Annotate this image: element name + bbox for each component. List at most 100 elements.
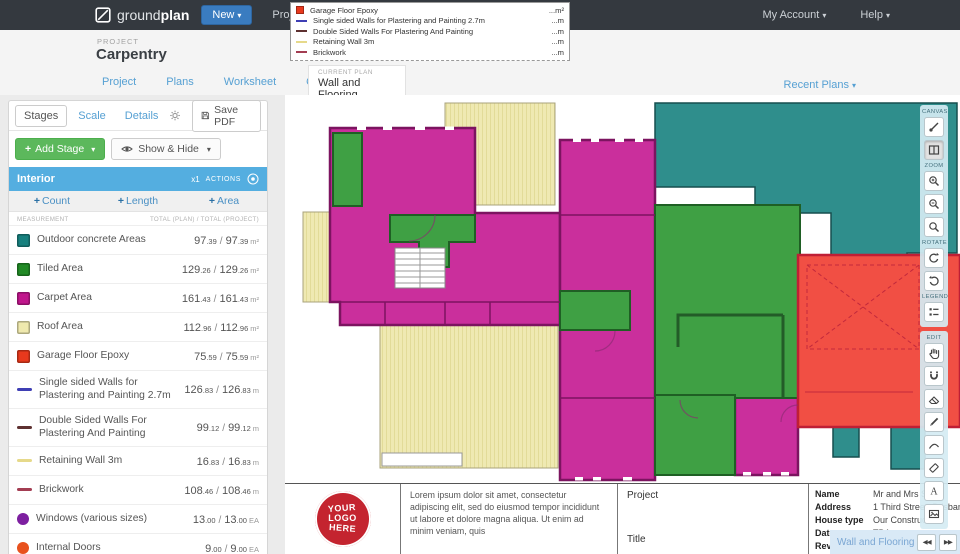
legend-grid-button[interactable] bbox=[924, 302, 944, 322]
save-icon bbox=[202, 111, 210, 120]
plan-legend: Garage Floor Epoxy ...m² Single sided Wa… bbox=[290, 2, 570, 61]
legend-label: Retaining Wall 3m bbox=[313, 37, 375, 47]
add-count-button[interactable]: + Count bbox=[9, 191, 95, 211]
recent-plans-menu[interactable]: Recent Plans ▾ bbox=[784, 79, 856, 91]
show-hide-button[interactable]: Show & Hide ▾ bbox=[111, 138, 221, 160]
layout-button[interactable] bbox=[924, 140, 944, 160]
measurement-values: 75.59/75.59 m² bbox=[194, 351, 259, 363]
save-pdf-button[interactable]: Save PDF bbox=[192, 99, 261, 132]
legend-row: Garage Floor Epoxy ...m² bbox=[296, 5, 564, 16]
magnet-button[interactable] bbox=[924, 366, 944, 386]
your-logo-placeholder: YOUR LOGO HERE bbox=[314, 491, 371, 547]
new-button[interactable]: New ▾ bbox=[201, 5, 253, 25]
plan-canvas[interactable] bbox=[285, 95, 960, 483]
legend-swatch-icon bbox=[296, 6, 304, 15]
legend-swatch-icon bbox=[296, 40, 307, 43]
help-menu[interactable]: Help ▾ bbox=[852, 9, 898, 21]
legend-unit: ...m bbox=[551, 26, 564, 36]
project-tab-plans[interactable]: Plans bbox=[166, 76, 194, 88]
caret-down-icon: ▾ bbox=[885, 11, 890, 20]
measurement-row[interactable]: Garage Floor Epoxy 75.59/75.59 m² bbox=[9, 341, 267, 370]
project-tab-worksheet[interactable]: Worksheet bbox=[224, 76, 276, 88]
caret-down-icon: ▾ bbox=[206, 144, 211, 154]
add-area-button[interactable]: + Area bbox=[181, 191, 267, 211]
pencil-button[interactable] bbox=[924, 412, 944, 432]
stage-actions-gear-icon[interactable] bbox=[247, 173, 259, 185]
area-swatch-icon bbox=[17, 320, 30, 334]
measurement-row[interactable]: Double Sided Walls For Plastering And Pa… bbox=[9, 407, 267, 446]
measurement-row[interactable]: Outdoor concrete Areas 97.39/97.39 m² bbox=[9, 225, 267, 254]
measurement-row[interactable]: Windows (various sizes) 13.00/13.00 EA bbox=[9, 503, 267, 533]
measurement-row[interactable]: Single sided Walls for Plastering and Pa… bbox=[9, 370, 267, 408]
measurement-row[interactable]: Carpet Area 161.43/161.43 m² bbox=[9, 283, 267, 312]
svg-text:A: A bbox=[930, 487, 938, 497]
settings-gear-icon[interactable] bbox=[169, 108, 181, 123]
measurement-row[interactable]: Tiled Area 129.26/129.26 m² bbox=[9, 254, 267, 283]
legend-unit: ...m bbox=[551, 16, 564, 26]
panel-header: Stages Scale Details Save PDF bbox=[9, 99, 267, 132]
col-totals: TOTAL (PLAN) / TOTAL (PROJECT) bbox=[149, 216, 259, 223]
measurement-name: Roof Area bbox=[37, 321, 83, 333]
curve-button[interactable] bbox=[924, 435, 944, 455]
project-tab-project[interactable]: Project bbox=[102, 76, 136, 88]
tab-stages[interactable]: Stages bbox=[15, 104, 68, 127]
zoom-out-icon bbox=[929, 199, 940, 210]
measurement-row[interactable]: Roof Area 112.96/112.96 m² bbox=[9, 312, 267, 341]
zoom-out-button[interactable] bbox=[924, 194, 944, 214]
rotate-ccw-icon bbox=[929, 252, 939, 263]
add-stage-button[interactable]: + Add Stage ▾ bbox=[15, 138, 106, 160]
next-plan-button[interactable]: ▶▶ bbox=[938, 533, 957, 551]
image-button[interactable] bbox=[924, 504, 944, 524]
rotate-cw-button[interactable] bbox=[924, 271, 944, 291]
legend-swatch-icon bbox=[296, 51, 307, 54]
text-button[interactable]: A bbox=[924, 481, 944, 501]
add-measurement-row: + Count + Length + Area bbox=[9, 191, 267, 212]
caret-down-icon: ▾ bbox=[237, 11, 242, 20]
eraser-angled-button[interactable] bbox=[924, 458, 944, 478]
floor-plan[interactable] bbox=[285, 95, 960, 483]
count-swatch-icon bbox=[17, 541, 29, 554]
plus-icon: + bbox=[117, 195, 124, 207]
measurement-name: Outdoor concrete Areas bbox=[37, 234, 146, 246]
panel-buttons: + Add Stage ▾ Show & Hide ▾ bbox=[9, 131, 267, 167]
area-swatch-icon bbox=[17, 349, 30, 363]
measurement-row[interactable]: Retaining Wall 3m 16.83/16.83 m bbox=[9, 445, 267, 475]
legend-row: Retaining Wall 3m ...m bbox=[296, 37, 564, 48]
legend-swatch-icon bbox=[296, 19, 307, 22]
stages-panel: Stages Scale Details Save PDF + Add Stage… bbox=[8, 99, 268, 554]
groundplan-logo-icon bbox=[95, 7, 111, 23]
plus-icon: + bbox=[25, 143, 32, 155]
measurement-row[interactable]: Brickwork 108.46/108.46 m bbox=[9, 474, 267, 504]
zoom-reset-button[interactable] bbox=[924, 217, 944, 237]
measure-icon bbox=[929, 122, 939, 132]
current-plan-tab[interactable]: CURRENT PLAN Wall and Flooring bbox=[308, 65, 406, 101]
length-swatch-icon bbox=[17, 488, 32, 491]
tab-details[interactable]: Details bbox=[117, 106, 167, 126]
image-icon bbox=[928, 509, 940, 519]
measurement-name: Carpet Area bbox=[37, 292, 92, 304]
previous-plan-button[interactable]: ◀◀ bbox=[917, 533, 936, 551]
brand-logo[interactable]: groundplan bbox=[95, 7, 189, 23]
zoom-in-button[interactable] bbox=[924, 171, 944, 191]
stage-name: Interior bbox=[17, 173, 55, 185]
add-length-button[interactable]: + Length bbox=[95, 191, 181, 211]
measurement-row[interactable]: Internal Doors 9.00/9.00 EA bbox=[9, 532, 267, 554]
measurement-values: 161.43/161.43 m² bbox=[181, 293, 259, 305]
stage-header-interior[interactable]: Interior x1 ACTIONS bbox=[9, 167, 267, 191]
eraser-button[interactable] bbox=[924, 389, 944, 409]
layout-icon bbox=[928, 145, 940, 155]
legend-unit: ...m bbox=[551, 37, 564, 47]
pan-hand-icon bbox=[929, 348, 940, 359]
rotate-ccw-button[interactable] bbox=[924, 248, 944, 268]
pan-hand-button[interactable] bbox=[924, 343, 944, 363]
my-account-menu[interactable]: My Account ▾ bbox=[754, 9, 834, 21]
measure-button[interactable] bbox=[924, 117, 944, 137]
tab-scale[interactable]: Scale bbox=[70, 106, 114, 126]
toolbar-section-legend: LEGEND bbox=[922, 294, 949, 300]
legend-label: Garage Floor Epoxy bbox=[310, 5, 378, 15]
caret-down-icon: ▾ bbox=[851, 81, 856, 90]
plus-icon: + bbox=[33, 195, 41, 207]
zoom-in-icon bbox=[929, 176, 940, 187]
measurement-name: Internal Doors bbox=[36, 541, 101, 553]
measurement-name: Brickwork bbox=[39, 483, 84, 495]
